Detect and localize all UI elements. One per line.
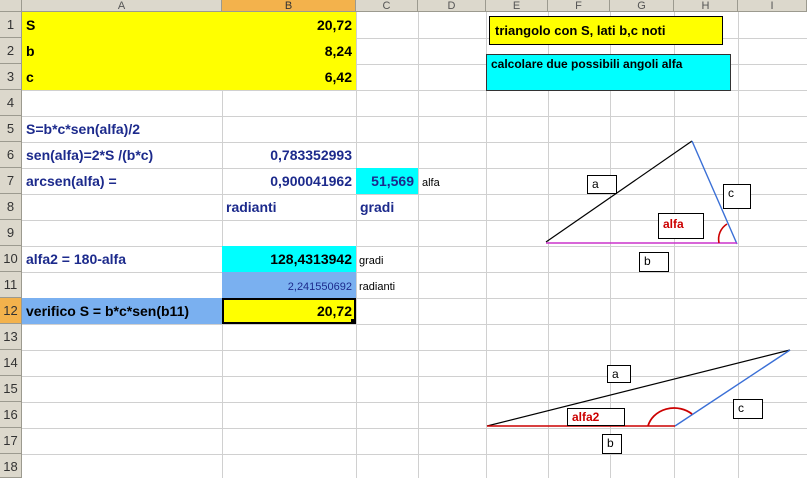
spreadsheet: A B C D E F G H I 1 2 3 4 5 6 7 8 9 10 1… [0,0,807,478]
triangle1-angle-arc[interactable] [717,223,728,244]
triangle1-label-c[interactable]: c [723,184,751,209]
triangle2-label-angle[interactable]: alfa2 [567,408,625,426]
triangle2-label-b[interactable]: b [602,434,622,454]
triangle2-label-a[interactable]: a [607,365,631,383]
triangle2-angle-arc[interactable] [647,407,693,427]
triangle2-label-c[interactable]: c [733,399,763,419]
triangle1-label-angle[interactable]: alfa [658,213,704,239]
triangle1-label-a[interactable]: a [587,175,617,194]
triangle1-label-b[interactable]: b [639,252,669,272]
triangle-drawings [486,140,791,427]
